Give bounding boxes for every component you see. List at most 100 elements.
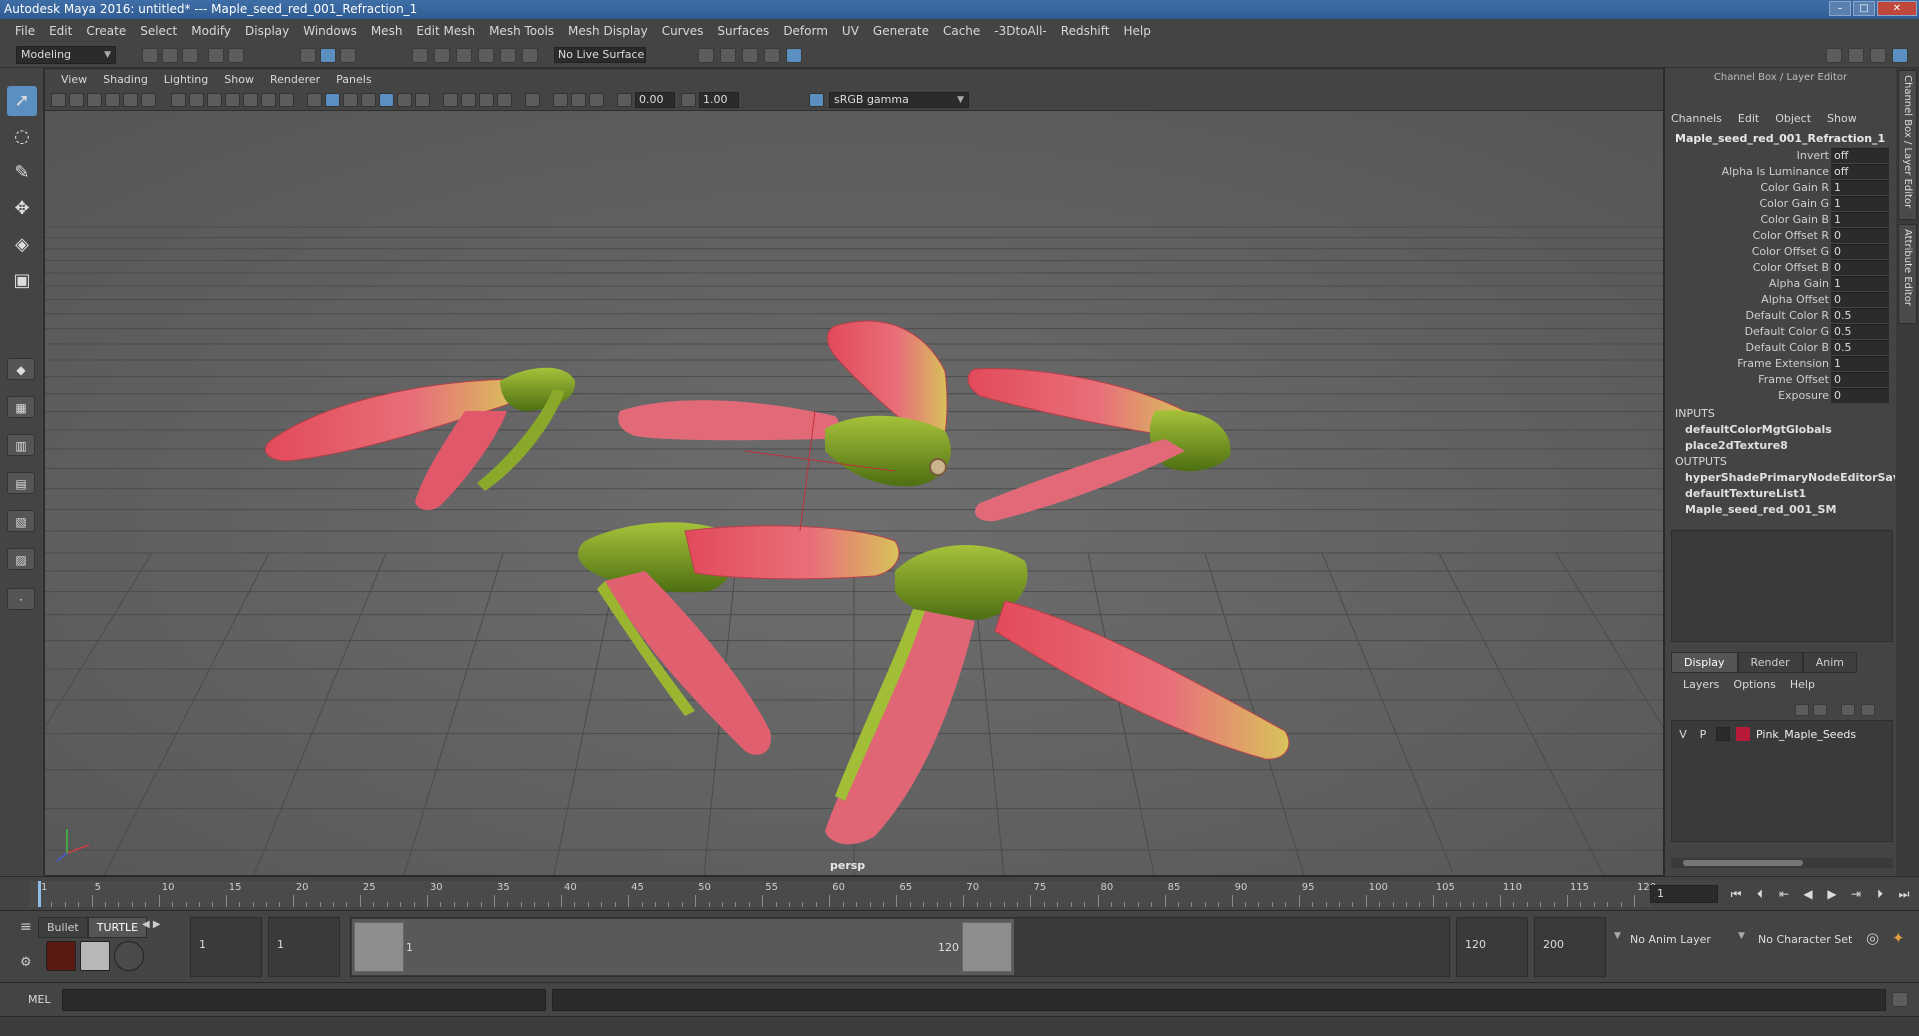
menu-modify[interactable]: Modify (184, 24, 238, 38)
select-hierarchy-icon[interactable] (300, 48, 316, 63)
cb-menu-object[interactable]: Object (1775, 112, 1811, 125)
attribute-name[interactable]: Default Color B (1746, 341, 1829, 354)
attribute-value-field[interactable]: 0.5 (1831, 324, 1889, 339)
move-layer-up-icon[interactable] (1795, 704, 1809, 716)
attribute-name[interactable]: Alpha Is Luminance (1722, 165, 1829, 178)
minimize-button[interactable]: – (1829, 1, 1851, 16)
depth-of-field-icon[interactable] (497, 93, 512, 107)
panel-menu-show[interactable]: Show (216, 73, 262, 86)
menu-create[interactable]: Create (79, 24, 133, 38)
time-ruler[interactable]: 1 5 10 15 20 25 30 35 40 45 50 55 60 65 70 75 80 85 90 95 10… (30, 881, 1656, 907)
menu-mesh[interactable]: Mesh (364, 24, 410, 38)
layer-menu-layers[interactable]: Layers (1683, 678, 1719, 691)
attribute-value-field[interactable]: 0.5 (1831, 340, 1889, 355)
close-button[interactable]: ✕ (1877, 1, 1917, 16)
tab-anim[interactable]: Anim (1802, 652, 1857, 673)
anim-layer-chevron-icon[interactable]: ▼ (1614, 931, 1621, 941)
two-pane-layout-icon[interactable]: ▥ (7, 434, 35, 456)
lasso-tool-icon[interactable]: ◌ (7, 122, 37, 152)
four-view-layout-icon[interactable]: ▦ (7, 396, 35, 418)
textured-icon[interactable] (379, 93, 394, 107)
step-back-key-icon[interactable]: ⇤ (1776, 887, 1792, 901)
play-forwards-icon[interactable]: ▶ (1824, 887, 1840, 901)
anti-aliasing-icon[interactable] (479, 93, 494, 107)
shelf-tab-turtle[interactable]: TURTLE (87, 917, 148, 938)
persp-outliner-layout-icon[interactable]: ▤ (7, 472, 35, 494)
xray-joints-icon[interactable] (571, 93, 586, 107)
hypershade-layout-icon[interactable]: ▨ (7, 548, 35, 570)
render-current-frame-icon[interactable] (720, 48, 736, 63)
attribute-row[interactable]: Default Color G 0.5 (1669, 324, 1893, 340)
resolution-gate-icon[interactable] (207, 93, 222, 107)
turtle-sphere-icon[interactable] (114, 941, 144, 971)
attribute-name[interactable]: Frame Offset (1758, 373, 1829, 386)
tab-display[interactable]: Display (1671, 652, 1738, 673)
xray-components-icon[interactable] (589, 93, 604, 107)
open-scene-icon[interactable] (162, 48, 178, 63)
attribute-name[interactable]: Default Color G (1745, 325, 1829, 338)
paint-select-tool-icon[interactable]: ✎ (7, 158, 37, 188)
attribute-name[interactable]: Color Offset G (1752, 245, 1829, 258)
scrollbar-thumb[interactable] (1683, 860, 1803, 866)
exposure-field[interactable]: 0.00 (635, 92, 675, 108)
layer-color-swatch[interactable] (1736, 727, 1750, 741)
attribute-name[interactable]: Invert (1797, 149, 1829, 162)
attribute-row[interactable]: Color Gain B1 (1669, 212, 1893, 228)
step-forward-frame-icon[interactable]: ⏵ (1872, 887, 1888, 901)
outliner-layout-icon[interactable]: · (7, 588, 35, 610)
attribute-name[interactable]: Exposure (1778, 389, 1829, 402)
range-selection[interactable] (352, 919, 1014, 975)
gamma-field[interactable]: 1.00 (699, 92, 739, 108)
anim-layer-dropdown[interactable]: No Anim Layer (1630, 933, 1711, 946)
new-scene-icon[interactable] (142, 48, 158, 63)
bookmark-icon[interactable] (87, 93, 102, 107)
attribute-editor-toggle-icon[interactable] (1870, 48, 1886, 63)
wireframe-on-shaded-icon[interactable] (361, 93, 376, 107)
layer-display-type[interactable] (1716, 727, 1730, 741)
input-node[interactable]: place2dTexture8 (1675, 438, 1895, 454)
gate-mask-icon[interactable] (225, 93, 240, 107)
use-all-lights-icon[interactable] (397, 93, 412, 107)
move-layer-down-icon[interactable] (1813, 704, 1827, 716)
step-forward-key-icon[interactable]: ⇥ (1848, 887, 1864, 901)
single-perspective-layout-icon[interactable]: ◆ (7, 358, 35, 380)
snap-curve-icon[interactable] (434, 48, 450, 63)
play-backwards-icon[interactable]: ◀ (1800, 887, 1816, 901)
attribute-row[interactable]: Color Offset B0 (1669, 260, 1893, 276)
tab-channel-box-layer-editor[interactable]: Channel Box / Layer Editor (1898, 70, 1917, 220)
script-editor-icon[interactable] (1892, 992, 1908, 1007)
menu-help[interactable]: Help (1116, 24, 1157, 38)
turtle-bake-icon[interactable] (46, 941, 76, 971)
animation-preferences-icon[interactable]: ✦ (1892, 929, 1905, 947)
attribute-row[interactable]: Color Offset G0 (1669, 244, 1893, 260)
menu-display[interactable]: Display (238, 24, 296, 38)
range-start-handle[interactable] (354, 922, 404, 972)
snap-grid-icon[interactable] (412, 48, 428, 63)
attribute-value-field[interactable]: 1 (1831, 196, 1889, 211)
attribute-name[interactable]: Color Offset R (1753, 229, 1829, 242)
scale-tool-icon[interactable]: ▣ (7, 266, 37, 296)
hypershade-icon[interactable] (786, 48, 802, 63)
tab-render[interactable]: Render (1737, 652, 1803, 673)
cb-menu-edit[interactable]: Edit (1738, 112, 1759, 125)
color-management-icon[interactable] (809, 93, 824, 107)
tab-attribute-editor[interactable]: Attribute Editor (1898, 224, 1917, 324)
maximize-button[interactable]: □ (1853, 1, 1875, 16)
layer-row[interactable]: V P Pink_Maple_Seeds (1676, 725, 1890, 743)
menu-mesh-display[interactable]: Mesh Display (561, 24, 655, 38)
attribute-name[interactable]: Color Gain G (1759, 197, 1829, 210)
3d-viewport[interactable]: persp (45, 111, 1663, 875)
menu-set-dropdown[interactable]: Modeling ▼ (16, 46, 116, 64)
attribute-row[interactable]: Color Offset R0 (1669, 228, 1893, 244)
current-time-indicator[interactable] (38, 881, 41, 907)
go-to-start-icon[interactable]: ⏮ (1728, 887, 1744, 901)
attribute-value-field[interactable]: off (1831, 148, 1889, 163)
shadows-icon[interactable] (415, 93, 430, 107)
layer-visibility-toggle[interactable]: V (1676, 728, 1690, 741)
attribute-value-field[interactable]: 1 (1831, 356, 1889, 371)
menu-select[interactable]: Select (133, 24, 184, 38)
2d-pan-zoom-icon[interactable] (123, 93, 138, 107)
channel-box-toggle-icon[interactable] (1892, 48, 1908, 63)
shelf-tab-scroll-icon[interactable]: ◀ ▶ (142, 919, 161, 930)
output-node[interactable]: defaultTextureList1 (1675, 486, 1895, 502)
